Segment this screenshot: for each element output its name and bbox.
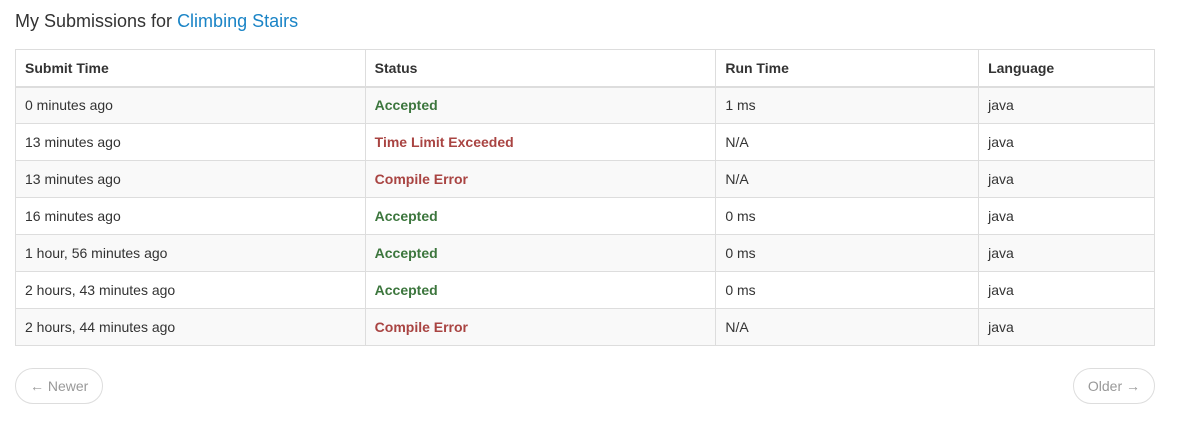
language-cell: java xyxy=(978,271,1155,309)
status-cell: Time Limit Exceeded xyxy=(364,123,716,161)
status-link[interactable]: Accepted xyxy=(375,245,438,261)
page-title-prefix: My Submissions for xyxy=(15,11,173,31)
table-row: 2 hours, 44 minutes ago Compile Error N/A j… xyxy=(15,308,1155,346)
run-time-cell: 0 ms xyxy=(715,197,979,235)
submissions-table: Submit Time Status Run Time Language 0 m… xyxy=(15,49,1155,346)
table-row: 2 hours, 43 minutes ago Accepted 0 ms java xyxy=(15,271,1155,309)
status-link[interactable]: Accepted xyxy=(375,282,438,298)
run-time-cell: 0 ms xyxy=(715,234,979,272)
submit-time-cell: 0 minutes ago xyxy=(15,86,366,124)
submit-time-cell: 13 minutes ago xyxy=(15,123,366,161)
status-link[interactable]: Accepted xyxy=(375,208,438,224)
status-link[interactable]: Time Limit Exceeded xyxy=(375,134,514,150)
submit-time-cell: 16 minutes ago xyxy=(15,197,366,235)
status-cell: Accepted xyxy=(364,271,716,309)
status-cell: Accepted xyxy=(364,197,716,235)
table-header-row: Submit Time Status Run Time Language xyxy=(15,49,1155,88)
submissions-table-body: 0 minutes ago Accepted 1 ms java 13 minutes … xyxy=(15,86,1155,346)
language-cell: java xyxy=(978,160,1155,198)
table-row: 0 minutes ago Accepted 1 ms java xyxy=(15,86,1155,124)
status-cell: Compile Error xyxy=(364,160,716,198)
language-cell: java xyxy=(978,308,1155,346)
problem-link[interactable]: Climbing Stairs xyxy=(177,11,298,31)
status-link[interactable]: Compile Error xyxy=(375,319,468,335)
status-cell: Compile Error xyxy=(364,308,716,346)
column-header-submit-time: Submit Time xyxy=(15,49,366,88)
submit-time-cell: 2 hours, 43 minutes ago xyxy=(15,271,366,309)
table-row: 13 minutes ago Compile Error N/A java xyxy=(15,160,1155,198)
run-time-cell: N/A xyxy=(715,160,979,198)
submit-time-cell: 1 hour, 56 minutes ago xyxy=(15,234,366,272)
column-header-run-time: Run Time xyxy=(715,49,979,88)
submit-time-cell: 2 hours, 44 minutes ago xyxy=(15,308,366,346)
table-row: 1 hour, 56 minutes ago Accepted 0 ms java xyxy=(15,234,1155,272)
run-time-cell: 0 ms xyxy=(715,271,979,309)
submissions-page: My Submissions for Climbing Stairs Submi… xyxy=(0,0,1179,427)
status-link[interactable]: Accepted xyxy=(375,97,438,113)
language-cell: java xyxy=(978,197,1155,235)
status-link[interactable]: Compile Error xyxy=(375,171,468,187)
page-title: My Submissions for Climbing Stairs xyxy=(15,9,298,33)
run-time-cell: 1 ms xyxy=(715,86,979,124)
status-cell: Accepted xyxy=(364,86,716,124)
column-header-status: Status xyxy=(364,49,716,88)
run-time-cell: N/A xyxy=(715,308,979,346)
newer-button[interactable]: ← Newer xyxy=(15,368,104,404)
language-cell: java xyxy=(978,123,1155,161)
language-cell: java xyxy=(978,234,1155,272)
language-cell: java xyxy=(978,86,1155,124)
older-button[interactable]: Older → xyxy=(1072,368,1155,404)
run-time-cell: N/A xyxy=(715,123,979,161)
table-row: 16 minutes ago Accepted 0 ms java xyxy=(15,197,1155,235)
submit-time-cell: 13 minutes ago xyxy=(15,160,366,198)
column-header-language: Language xyxy=(978,49,1155,88)
status-cell: Accepted xyxy=(364,234,716,272)
table-row: 13 minutes ago Time Limit Exceeded N/A java xyxy=(15,123,1155,161)
